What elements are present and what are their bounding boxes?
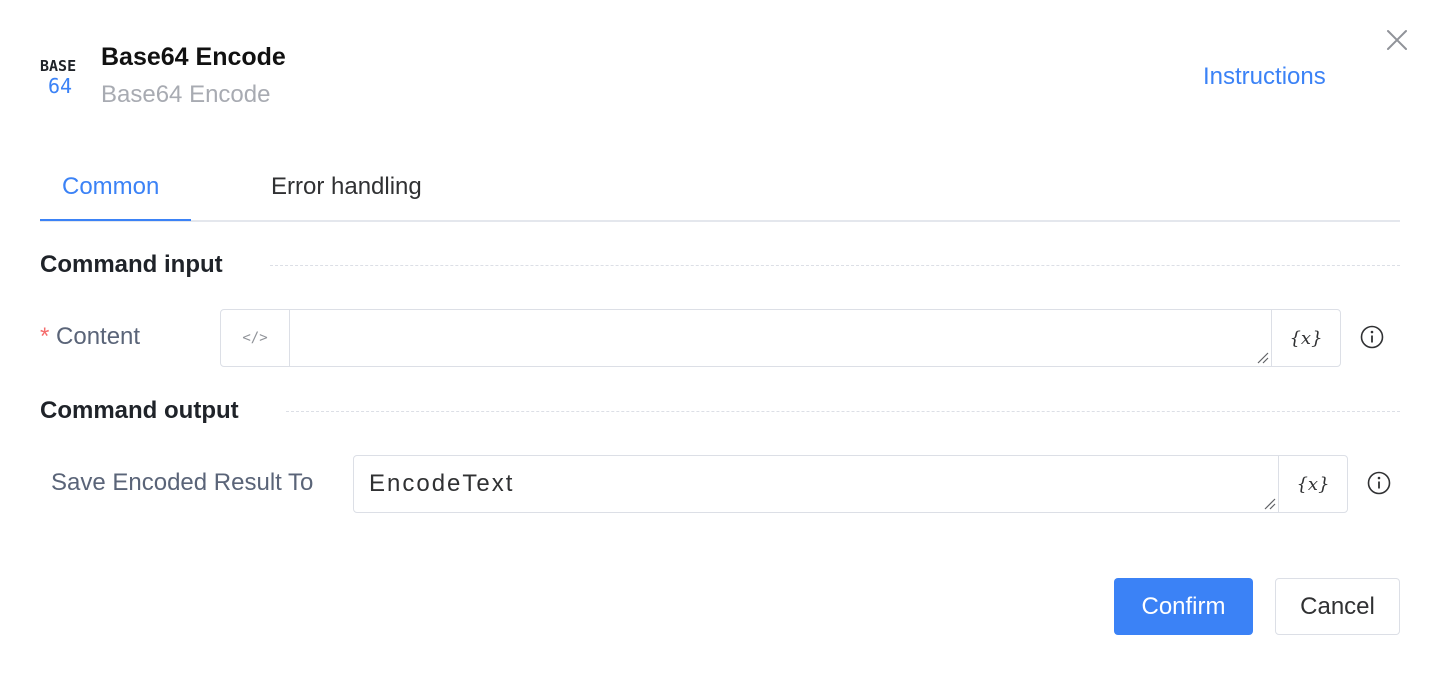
resize-handle-icon[interactable] — [1264, 498, 1276, 510]
tab-error-handling[interactable]: Error handling — [271, 172, 422, 202]
instructions-link[interactable]: Instructions — [1203, 62, 1326, 92]
logo-text-top: BASE — [40, 57, 77, 75]
confirm-button[interactable]: Confirm — [1114, 578, 1253, 635]
resize-handle-icon[interactable] — [1257, 352, 1269, 364]
content-field: </> {x} — [220, 309, 1341, 367]
tab-bar: Common Error handling — [40, 160, 1400, 222]
save-result-info-icon[interactable] — [1366, 470, 1392, 496]
dialog-title: Base64 Encode — [101, 43, 286, 71]
command-output-heading: Command output — [40, 397, 239, 424]
command-input-heading: Command input — [40, 251, 223, 278]
tab-common[interactable]: Common — [62, 172, 159, 202]
save-result-field: EncodeText {x} — [353, 455, 1348, 513]
section-divider — [286, 411, 1400, 412]
logo-text-bottom: 64 — [48, 74, 73, 98]
save-result-input[interactable]: EncodeText — [354, 456, 1277, 512]
required-asterisk: * — [40, 323, 50, 350]
base64-logo-icon: BASE 64 — [40, 58, 84, 98]
insert-variable-button[interactable]: {x} — [1278, 456, 1347, 512]
base64-encode-dialog: BASE 64 Base64 Encode Base64 Encode Inst… — [0, 0, 1440, 676]
content-label-text: Content — [56, 323, 141, 350]
code-icon[interactable]: </> — [221, 310, 290, 366]
dialog-subtitle: Base64 Encode — [101, 81, 271, 108]
save-result-label: Save Encoded Result To — [51, 469, 314, 496]
section-divider — [270, 265, 1400, 266]
cancel-button[interactable]: Cancel — [1275, 578, 1400, 635]
content-label: * Content — [40, 322, 140, 352]
content-input[interactable] — [291, 310, 1270, 366]
active-tab-indicator — [40, 219, 191, 221]
close-icon[interactable] — [1384, 27, 1410, 53]
content-info-icon[interactable] — [1359, 324, 1385, 350]
insert-variable-button[interactable]: {x} — [1271, 310, 1340, 366]
